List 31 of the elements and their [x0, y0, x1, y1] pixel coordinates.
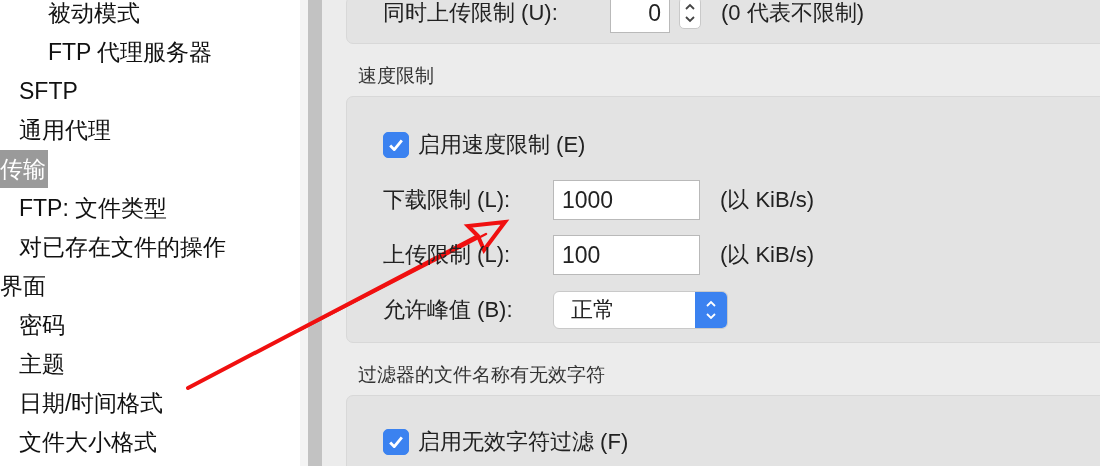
group-title: 速度限制 — [357, 64, 435, 88]
checkmark-icon — [389, 436, 403, 448]
input-field[interactable]: 100 — [553, 235, 700, 275]
stepper-icon — [684, 2, 696, 24]
tree-item[interactable]: 对已存在文件的操作 — [19, 227, 228, 266]
tree-item[interactable]: 密码 — [19, 305, 67, 344]
tree-item[interactable]: FTP 代理服务器 — [48, 32, 215, 71]
tree-item[interactable]: 被动模式 — [48, 0, 142, 32]
checkbox[interactable] — [383, 132, 409, 158]
checkbox[interactable] — [383, 429, 409, 455]
checkbox-label: 启用无效字符过滤 (F) — [418, 428, 629, 456]
tree-item[interactable]: 通用代理 — [19, 110, 113, 149]
group-title: 过滤器的文件名称有无效字符 — [357, 363, 606, 387]
tree-item[interactable]: 文件大小格式 — [19, 422, 159, 461]
field-label: 下载限制 (L): — [383, 186, 512, 214]
tree-item[interactable]: 日期/时间格式 — [19, 383, 166, 422]
unit-note: (以 KiB/s) — [720, 241, 815, 269]
input-field[interactable]: 0 — [610, 0, 670, 33]
stepper-icon — [705, 299, 717, 321]
tree-item[interactable]: 界面 — [0, 266, 48, 305]
stepper-button[interactable] — [679, 0, 701, 29]
tree-item[interactable]: SFTP — [19, 71, 80, 110]
select-dropdown[interactable]: 正常 — [553, 291, 728, 329]
unit-note: (以 KiB/s) — [720, 186, 815, 214]
field-label: 允许峰值 (B): — [383, 296, 514, 324]
tree-item[interactable]: FTP: 文件类型 — [19, 188, 170, 227]
hint-note: (0 代表不限制) — [721, 0, 864, 27]
tree-item[interactable]: 主题 — [19, 344, 67, 383]
input-field[interactable]: 1000 — [553, 180, 700, 220]
checkbox-label: 启用速度限制 (E) — [418, 131, 586, 159]
checkmark-icon — [389, 139, 403, 151]
